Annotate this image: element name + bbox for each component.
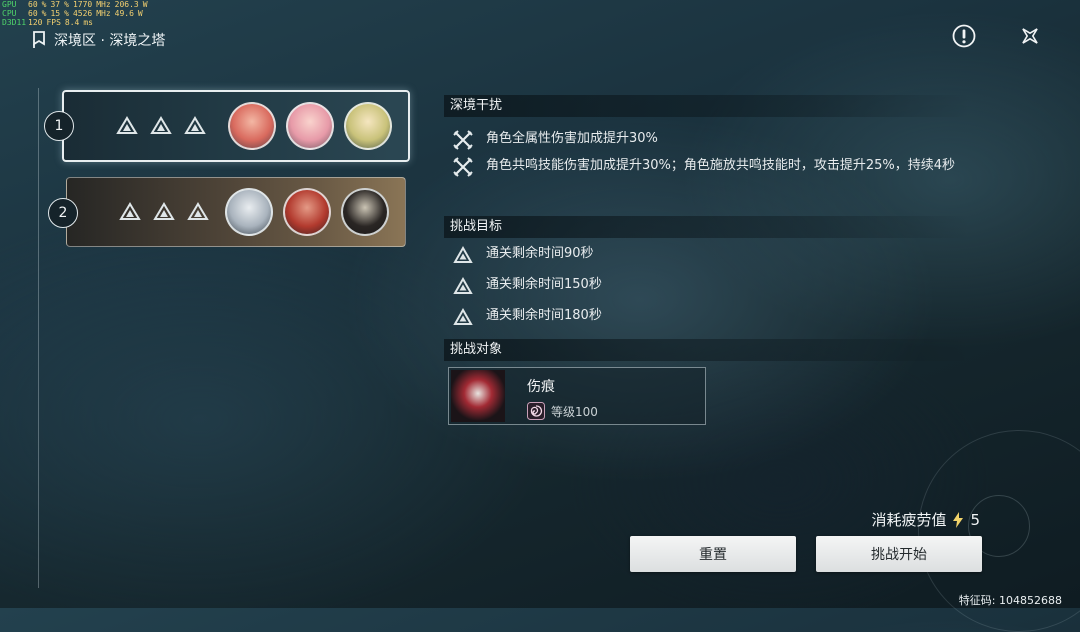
team-avatars [225, 188, 389, 236]
overlay-unit: FPS [46, 18, 61, 27]
exclamation-icon[interactable] [952, 24, 976, 48]
section-heading-interference: 深境干扰 [444, 95, 970, 117]
overlay-label: D3D11 [2, 18, 27, 27]
overlay-unit: % [64, 9, 69, 18]
crossed-swords-icon [453, 157, 473, 177]
cost-label: 消耗疲劳值 [871, 511, 947, 529]
stage-stars [119, 201, 209, 223]
stage-rail [38, 88, 39, 588]
crossed-swords-icon [453, 130, 473, 150]
star-icon [119, 202, 141, 220]
cost-value: 5 [970, 510, 980, 529]
overlay-value: 60 [28, 9, 38, 18]
overlay-value: 8.4 [64, 18, 80, 27]
performance-overlay: GPU 60% 37% 1770 MHz 206.3 W CPU 60% 15% 4… [2, 0, 148, 27]
avatar [283, 188, 331, 236]
close-star-icon[interactable] [1018, 24, 1042, 48]
stage-stars [116, 115, 206, 137]
team-avatars [228, 102, 392, 150]
overlay-value: 120 [28, 18, 43, 27]
stage-card-1[interactable]: 1 [42, 90, 410, 162]
goal-text: 通关剩余时间180秒 [486, 308, 602, 323]
interference-text: 角色共鸣技能伤害加成提升30%；角色施放共鸣技能时，攻击提升25%，持续4秒 [486, 158, 956, 173]
interference-text: 角色全属性伤害加成提升30% [486, 131, 658, 146]
start-challenge-button[interactable]: 挑战开始 [816, 536, 982, 572]
overlay-value: 4526 [72, 9, 93, 18]
location-flag-icon [33, 31, 45, 48]
spiral-element-icon [527, 402, 545, 420]
fatigue-cost: 消耗疲劳值 5 [871, 509, 980, 530]
goal-text: 通关剩余时间90秒 [486, 246, 594, 261]
avatar [344, 102, 392, 150]
overlay-row-fps: D3D11 120 FPS 8.4 ms [2, 18, 148, 27]
avatar [341, 188, 389, 236]
interference-item: 角色全属性伤害加成提升30% [452, 129, 966, 151]
star-icon [153, 202, 175, 220]
section-heading-target: 挑战对象 [444, 339, 970, 361]
star-icon [116, 116, 138, 134]
interference-item: 角色共鸣技能伤害加成提升30%；角色施放共鸣技能时，攻击提升25%，持续4秒 [452, 156, 966, 178]
star-icon [453, 307, 473, 325]
star-icon [453, 276, 473, 294]
goal-item: 通关剩余时间180秒 [452, 306, 966, 328]
star-icon [187, 202, 209, 220]
top-actions [952, 24, 1042, 48]
overlay-unit: % [41, 0, 47, 9]
overlay-unit: ms [83, 18, 93, 27]
enemy-level-row: 等级100 [527, 402, 598, 420]
overlay-label: CPU [2, 9, 17, 18]
overlay-unit: % [41, 9, 47, 18]
overlay-unit: MHz [96, 9, 111, 18]
overlay-value: 206.3 [114, 0, 139, 9]
goal-item: 通关剩余时间90秒 [452, 244, 966, 266]
overlay-row-cpu: CPU 60% 15% 4526 MHz 49.6 W [2, 9, 148, 18]
stage-card-2[interactable]: 2 [46, 177, 406, 247]
enemy-card[interactable]: 伤痕 等级100 [448, 367, 706, 425]
overlay-value: 60 [28, 0, 38, 9]
overlay-value: 49.6 [114, 9, 134, 18]
stage-number: 1 [44, 111, 74, 141]
avatar [225, 188, 273, 236]
avatar [286, 102, 334, 150]
overlay-unit: MHz [96, 0, 111, 9]
star-icon [184, 116, 206, 134]
goal-item: 通关剩余时间150秒 [452, 275, 966, 297]
stage-panel [66, 177, 406, 247]
star-icon [150, 116, 172, 134]
overlay-value: 1770 [72, 0, 93, 9]
overlay-row-gpu: GPU 60% 37% 1770 MHz 206.3 W [2, 0, 148, 9]
overlay-unit: % [64, 0, 69, 9]
page-title: 深境区 · 深境之塔 [54, 33, 166, 49]
section-heading-goals: 挑战目标 [444, 216, 970, 238]
avatar [228, 102, 276, 150]
goal-text: 通关剩余时间150秒 [486, 277, 602, 292]
overlay-unit: W [137, 9, 143, 18]
stage-number: 2 [48, 198, 78, 228]
overlay-label: GPU [2, 0, 17, 9]
star-icon [453, 245, 473, 263]
header: 深境区 · 深境之塔 [32, 28, 165, 52]
enemy-name: 伤痕 [527, 379, 555, 395]
lightning-icon [953, 511, 964, 528]
feature-code: 特征码: 104852688 [958, 594, 1062, 607]
overlay-value: 37 [50, 0, 61, 9]
overlay-unit: W [142, 0, 148, 9]
stage-panel [62, 90, 410, 162]
reset-button[interactable]: 重置 [630, 536, 796, 572]
overlay-value: 15 [50, 9, 61, 18]
enemy-level-text: 等级100 [551, 404, 598, 419]
enemy-portrait [451, 370, 505, 422]
